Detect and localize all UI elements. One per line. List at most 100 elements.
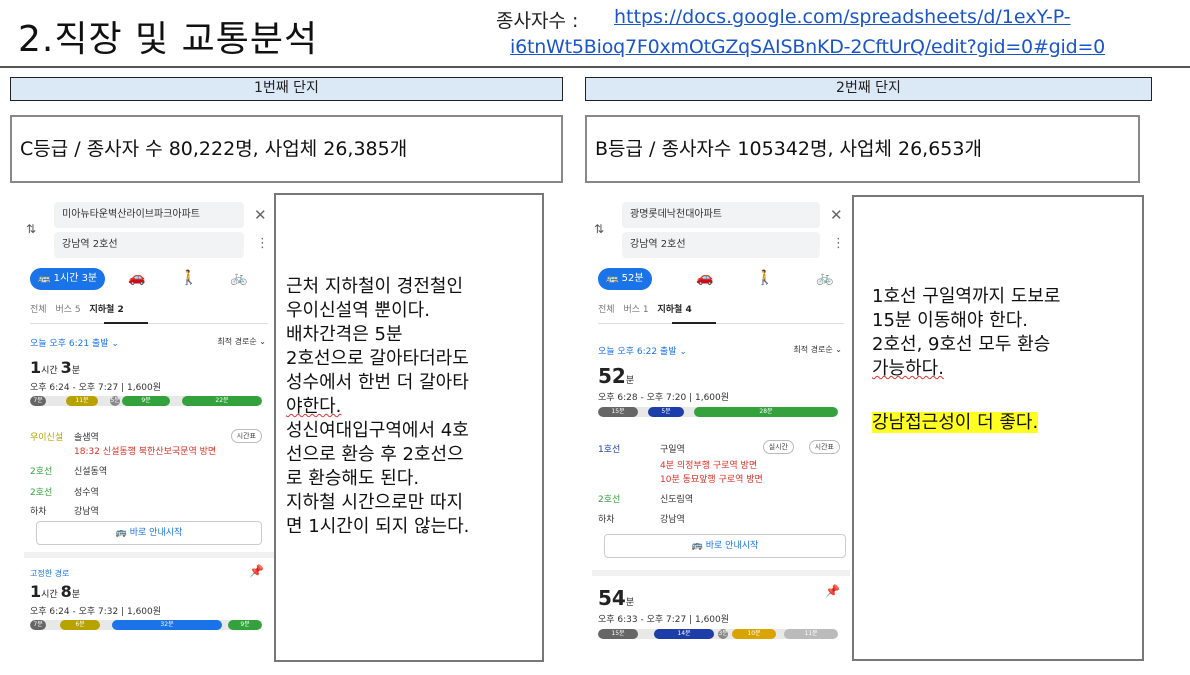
- close-icon[interactable]: ✕: [830, 206, 843, 224]
- tab-underline: [672, 322, 716, 324]
- transfer-segment: 5분: [110, 396, 120, 406]
- more-icon[interactable]: ⋮: [256, 236, 269, 251]
- mode-selector: 🚌 52분 🚗 🚶 🚲: [598, 268, 844, 292]
- sort-order[interactable]: 최적 경로순 ⌄: [217, 336, 266, 347]
- transit-mode-pill[interactable]: 🚌 52분: [598, 268, 652, 290]
- note-highlight-line: 강남접근성이 더 좋다.: [872, 411, 1132, 435]
- walk-icon[interactable]: 🚶: [756, 270, 773, 286]
- alt-route-segment-bar: 15분 14분 3분 10분 11분: [598, 629, 838, 639]
- note-line: 배차간격은 5분: [286, 324, 403, 345]
- step-next-train: 18:32 신설동행 북한산보국문역 방면: [74, 447, 217, 457]
- tab-subway[interactable]: 지하철 4: [657, 305, 691, 315]
- origin-field[interactable]: 미아뉴타운벽산라이브파크아파트: [54, 202, 244, 228]
- alt-line2-segment: 9분: [228, 620, 262, 630]
- timetable-chip[interactable]: 시간표: [230, 429, 262, 443]
- alt-line1-segment: 14분: [654, 629, 714, 639]
- tab-all[interactable]: 전체: [598, 305, 615, 315]
- complex1-header: 1번째 단지: [10, 77, 563, 101]
- note-line: 성신여대입구역에서 4호: [286, 420, 469, 441]
- note-line: 선으로 환승 후 2호선으: [286, 444, 464, 465]
- note-line: 15분 이동해야 한다.: [872, 310, 1028, 331]
- tab-all[interactable]: 전체: [30, 305, 47, 315]
- close-icon[interactable]: ✕: [254, 206, 267, 224]
- route-duration: 1시간 3분: [30, 358, 80, 377]
- alt-walk-segment: 7분: [30, 620, 46, 630]
- alt-route-duration: 1시간 8분: [30, 582, 80, 601]
- realtime-chip[interactable]: 실시간: [762, 440, 794, 454]
- employees-link-line2[interactable]: i6tnWt5Bioq7F0xmOtGZqSAISBnKD-2CftUrQ/ed…: [510, 36, 1105, 58]
- walk-segment: 7분: [30, 396, 46, 406]
- sort-order[interactable]: 최적 경로순 ⌄: [793, 344, 842, 355]
- pin-icon[interactable]: 📌: [249, 564, 264, 578]
- note-line: 가능하다.: [872, 358, 944, 379]
- highlighted-conclusion: 강남접근성이 더 좋다.: [872, 412, 1039, 433]
- car-icon[interactable]: 🚗: [696, 270, 713, 286]
- step-next-train-1: 4분 의정부행 구로역 방면: [660, 461, 758, 471]
- departure-time[interactable]: 오늘 오후 6:22 출발 ⌄: [598, 344, 687, 357]
- alt-line-segment: 32분: [112, 620, 222, 630]
- alt-walk-end-segment: 11분: [784, 629, 838, 639]
- alt-route-duration: 54분: [598, 586, 635, 610]
- note-line: 성수에서 한번 더 갈아타: [286, 372, 469, 393]
- note-line: 근처 지하철이 경전철인: [286, 276, 464, 297]
- step-transfer-2: 2호선 성수역: [30, 488, 99, 498]
- tab-bus[interactable]: 버스 1: [623, 305, 648, 315]
- tab-bus[interactable]: 버스 5: [55, 305, 80, 315]
- mode-selector: 🚌 1시간 3분 🚗 🚶 🚲: [30, 268, 268, 292]
- route-segment-bar: 7분 11분 5분 9분 22분: [30, 396, 262, 406]
- line1-segment: 5분: [648, 407, 684, 417]
- step-transfer: 2호선 신도림역: [598, 495, 694, 505]
- walk-icon[interactable]: 🚶: [180, 270, 197, 286]
- step-alight: 하차 강남역: [30, 507, 99, 517]
- start-navigation-button[interactable]: 🚌 바로 안내시작: [36, 521, 262, 545]
- complex1-route-screenshot: ⇅ 미아뉴타운벽산라이브파크아파트 ✕ 강남역 2호선 ⋮ 🚌 1시간 3분 🚗…: [24, 198, 274, 646]
- step-board: 우이신설 솔샘역: [30, 433, 99, 443]
- complex2-notes: 1호선 구일역까지 도보로 15분 이동해야 한다. 2호선, 9호선 모두 환…: [852, 195, 1144, 661]
- transit-mode-pill[interactable]: 🚌 1시간 3분: [30, 268, 106, 290]
- more-icon[interactable]: ⋮: [832, 236, 845, 251]
- swap-icon[interactable]: ⇅: [594, 222, 604, 236]
- alt-uisinseol-segment: 6분: [60, 620, 100, 630]
- bike-icon[interactable]: 🚲: [816, 270, 833, 286]
- employees-label: 종사자수 :: [496, 10, 579, 32]
- note-line: 1호선 구일역까지 도보로: [872, 286, 1061, 307]
- destination-field[interactable]: 강남역 2호선: [622, 232, 820, 258]
- car-icon[interactable]: 🚗: [128, 270, 145, 286]
- swap-icon[interactable]: ⇅: [26, 222, 36, 236]
- route-segment-bar: 15분 5분 28분: [598, 407, 838, 417]
- complex1-notes: 근처 지하철이 경전철인 우이신설역 뿐이다. 배차간격은 5분 2호선으로 갈…: [274, 193, 544, 662]
- walk-segment: 15분: [598, 407, 638, 417]
- destination-field[interactable]: 강남역 2호선: [54, 232, 244, 258]
- tab-subway[interactable]: 지하철 2: [89, 305, 123, 315]
- complex2-route-screenshot: ⇅ 광명롯데낙천대아파트 ✕ 강남역 2호선 ⋮ 🚌 52분 🚗 🚶 🚲 전체 …: [592, 198, 850, 653]
- note-line: 2호선으로 갈아타더라도: [286, 348, 469, 369]
- note-line: 면 1시간이 되지 않는다.: [286, 516, 470, 537]
- step-transfer-1: 2호선 신설동역: [30, 467, 108, 477]
- start-navigation-button[interactable]: 🚌 바로 안내시작: [604, 534, 846, 558]
- note-line: 우이신설역 뿐이다.: [286, 300, 430, 321]
- departure-time[interactable]: 오늘 오후 6:21 출발 ⌄: [30, 336, 119, 349]
- section-separator: [592, 570, 850, 576]
- origin-field[interactable]: 광명롯데낙천대아파트: [622, 202, 820, 228]
- pinned-route-label: 고정한 경로: [30, 569, 70, 578]
- step-alight: 하차 강남역: [598, 515, 685, 525]
- step-next-train-2: 10분 동묘앞행 구로역 방면: [660, 475, 763, 485]
- route-time-range: 오후 6:28 - 오후 7:20 | 1,600원: [598, 393, 730, 403]
- route-duration: 52분: [598, 364, 635, 388]
- note-line: 로 환승해도 된다.: [286, 468, 420, 489]
- alt-route-time-range: 오후 6:24 - 오후 7:32 | 1,600원: [30, 607, 162, 617]
- title-divider: [0, 66, 1190, 68]
- line2-segment-a: 9분: [122, 396, 170, 406]
- pin-icon[interactable]: 📌: [825, 584, 840, 598]
- timetable-chip[interactable]: 시간표: [808, 440, 840, 454]
- step-board: 1호선 구일역: [598, 445, 685, 455]
- alt-route-time-range: 오후 6:33 - 오후 7:27 | 1,600원: [598, 615, 730, 625]
- employees-link-line1[interactable]: https://docs.google.com/spreadsheets/d/1…: [614, 6, 1071, 28]
- tab-underline: [104, 322, 148, 324]
- bike-icon[interactable]: 🚲: [230, 270, 247, 286]
- slide-title: 2.직장 및 교통분석: [18, 19, 319, 60]
- route-tabs: 전체 버스 1 지하철 4: [598, 302, 844, 324]
- complex2-summary: B등급 / 종사자수 105342명, 사업체 26,653개: [585, 115, 1140, 183]
- note-line: 야한다.: [286, 396, 342, 417]
- route-time-range: 오후 6:24 - 오후 7:27 | 1,600원: [30, 383, 162, 393]
